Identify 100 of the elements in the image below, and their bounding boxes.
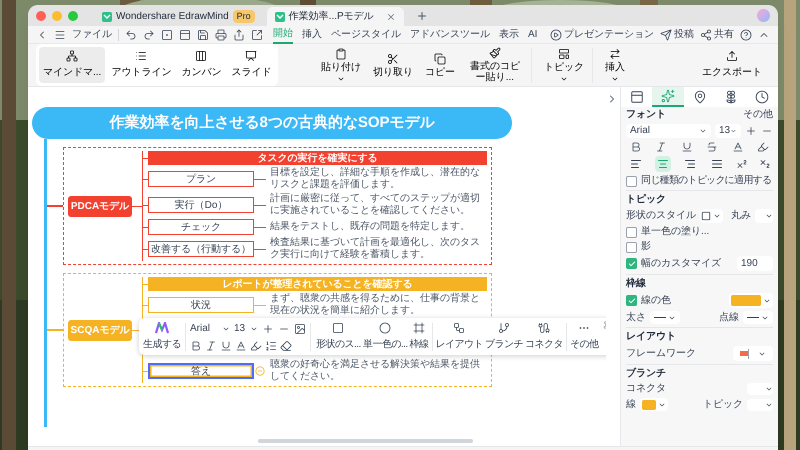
- document-tab[interactable]: Wondershare EdrawMind Pro: [94, 7, 263, 26]
- ribbon-tab[interactable]: 表示: [499, 26, 519, 44]
- grow-font-icon[interactable]: [262, 322, 274, 334]
- section-title: ブランチ: [626, 368, 667, 380]
- ribbon-tab[interactable]: AI: [528, 26, 538, 44]
- toolbar-button[interactable]: コネクタ: [524, 322, 564, 352]
- topic-description: 聴衆の好奇心を満足させる解決策や結果を提供してください。: [270, 359, 481, 383]
- image-icon[interactable]: [294, 322, 306, 334]
- eraser-icon[interactable]: [280, 340, 292, 352]
- dropdown[interactable]: Arial: [626, 124, 711, 138]
- mind-map-icon: [66, 50, 78, 62]
- underline-icon[interactable]: [220, 340, 232, 352]
- view-button[interactable]: アウトライン: [107, 47, 176, 83]
- ribbon-button[interactable]: コピー: [420, 52, 459, 78]
- panel-icon[interactable]: [179, 28, 191, 40]
- checkbox-label: 単一色の塗り...: [641, 226, 710, 238]
- superscript-icon[interactable]: [736, 158, 748, 170]
- print-icon[interactable]: [215, 28, 227, 40]
- panel-icon: [630, 90, 644, 104]
- document-tab[interactable]: 作業効率...Pモデル: [266, 7, 404, 26]
- toolbar-button[interactable]: 形状のス...: [315, 322, 362, 352]
- bold-icon[interactable]: [190, 340, 202, 352]
- new-tab-icon[interactable]: [416, 10, 428, 22]
- view-button[interactable]: スライド: [227, 47, 276, 83]
- menu-icon[interactable]: [54, 28, 66, 40]
- export-icon[interactable]: [233, 28, 245, 40]
- grow-font-icon[interactable]: [745, 125, 757, 137]
- file-menu[interactable]: ファイル: [72, 27, 112, 42]
- bold-icon[interactable]: [630, 141, 642, 153]
- save-icon[interactable]: [197, 28, 209, 40]
- subscript-icon[interactable]: [759, 158, 771, 170]
- close-icon[interactable]: [386, 12, 396, 22]
- ribbon-button[interactable]: 挿入: [600, 48, 629, 82]
- toolbar-action[interactable]: 投稿: [660, 27, 694, 42]
- square-icon: [701, 211, 712, 221]
- text-color-icon[interactable]: [235, 340, 247, 352]
- toolbar-button[interactable]: レイアウト: [434, 322, 484, 352]
- undo-icon[interactable]: [125, 28, 137, 40]
- help-icon[interactable]: [740, 28, 752, 40]
- scrollbar[interactable]: [258, 439, 473, 443]
- ribbon-tab[interactable]: ページスタイル: [331, 26, 401, 44]
- shape-dropdown[interactable]: [700, 209, 723, 223]
- subtopic[interactable]: 答え: [148, 363, 254, 379]
- align-justify-icon: [711, 158, 723, 170]
- main-topic[interactable]: PDCAモデル: [68, 196, 132, 216]
- subtopic[interactable]: プラン: [148, 171, 254, 187]
- toolbar-button[interactable]: 枠線: [408, 322, 430, 352]
- subtopic[interactable]: 改善する（行動する）: [148, 241, 254, 257]
- checkbox[interactable]: [626, 176, 637, 186]
- checkbox[interactable]: [626, 295, 637, 306]
- subtopic[interactable]: 状況: [148, 297, 254, 313]
- export-button[interactable]: エクスポート: [702, 50, 762, 80]
- toolbar-button[interactable]: 単一色の...: [362, 322, 409, 352]
- ribbon-button[interactable]: 貼り付け: [316, 48, 365, 82]
- section-header[interactable]: タスクの実行を確実にする: [148, 151, 487, 165]
- square-icon[interactable]: [161, 28, 173, 40]
- flower-icon: [724, 90, 738, 104]
- toolbar-button[interactable]: ブランチ: [484, 322, 524, 352]
- toolbar-action[interactable]: 共有: [700, 27, 734, 42]
- ribbon-button[interactable]: 書式のコピー貼り...: [462, 47, 527, 83]
- subtopic[interactable]: チェック: [148, 219, 254, 235]
- subtopic[interactable]: 実行（Do）: [148, 197, 254, 213]
- paintbrush-icon: [488, 47, 501, 59]
- font-dropdown[interactable]: Arial: [190, 321, 230, 336]
- highlighter-icon[interactable]: [756, 141, 769, 153]
- framework-dropdown[interactable]: [733, 346, 773, 361]
- color-dropdown[interactable]: [729, 293, 773, 308]
- play-icon: [550, 28, 562, 40]
- underline-icon[interactable]: [680, 141, 693, 153]
- size-dropdown[interactable]: 13: [234, 321, 258, 336]
- topic-description: 検査結果に基づいて計画を最適化し、次のタスク実行に向けて経験を蓄積します。: [270, 237, 481, 261]
- more-link[interactable]: その他: [743, 109, 773, 121]
- checkbox[interactable]: [626, 258, 637, 269]
- toolbar-button[interactable]: その他: [569, 322, 600, 352]
- width-input[interactable]: 190: [737, 256, 773, 271]
- color-dropdown[interactable]: [640, 398, 668, 411]
- checkbox[interactable]: [626, 226, 637, 238]
- app-logo-icon: [102, 12, 112, 22]
- strikethrough-icon[interactable]: [706, 141, 718, 153]
- view-button[interactable]: マインドマ...: [39, 47, 106, 83]
- field-label: 丸み: [730, 210, 751, 222]
- open-icon[interactable]: [251, 28, 263, 40]
- italic-icon[interactable]: [205, 340, 217, 352]
- list-icon[interactable]: [265, 340, 277, 352]
- italic-icon[interactable]: [655, 141, 668, 153]
- checkbox[interactable]: [626, 242, 637, 252]
- caret-icon: [713, 212, 722, 220]
- view-button[interactable]: カンバン: [177, 47, 226, 83]
- ai-generate-button[interactable]: 生成する: [143, 322, 181, 352]
- ribbon-button[interactable]: トピック: [540, 48, 588, 82]
- ribbon-button[interactable]: 切り取り: [368, 52, 417, 78]
- toolbar-action[interactable]: プレゼンテーション: [550, 27, 654, 42]
- redo-icon[interactable]: [143, 28, 155, 40]
- dash-dropdown[interactable]: [743, 311, 773, 324]
- dropdown[interactable]: 13: [715, 124, 741, 138]
- highlighter-icon[interactable]: [250, 340, 262, 352]
- thickness-dropdown[interactable]: [650, 311, 680, 324]
- ribbon-tab[interactable]: 挿入: [302, 26, 322, 44]
- ribbon-tab[interactable]: アドバンスツール: [410, 26, 490, 44]
- text-color-icon[interactable]: [732, 141, 744, 153]
